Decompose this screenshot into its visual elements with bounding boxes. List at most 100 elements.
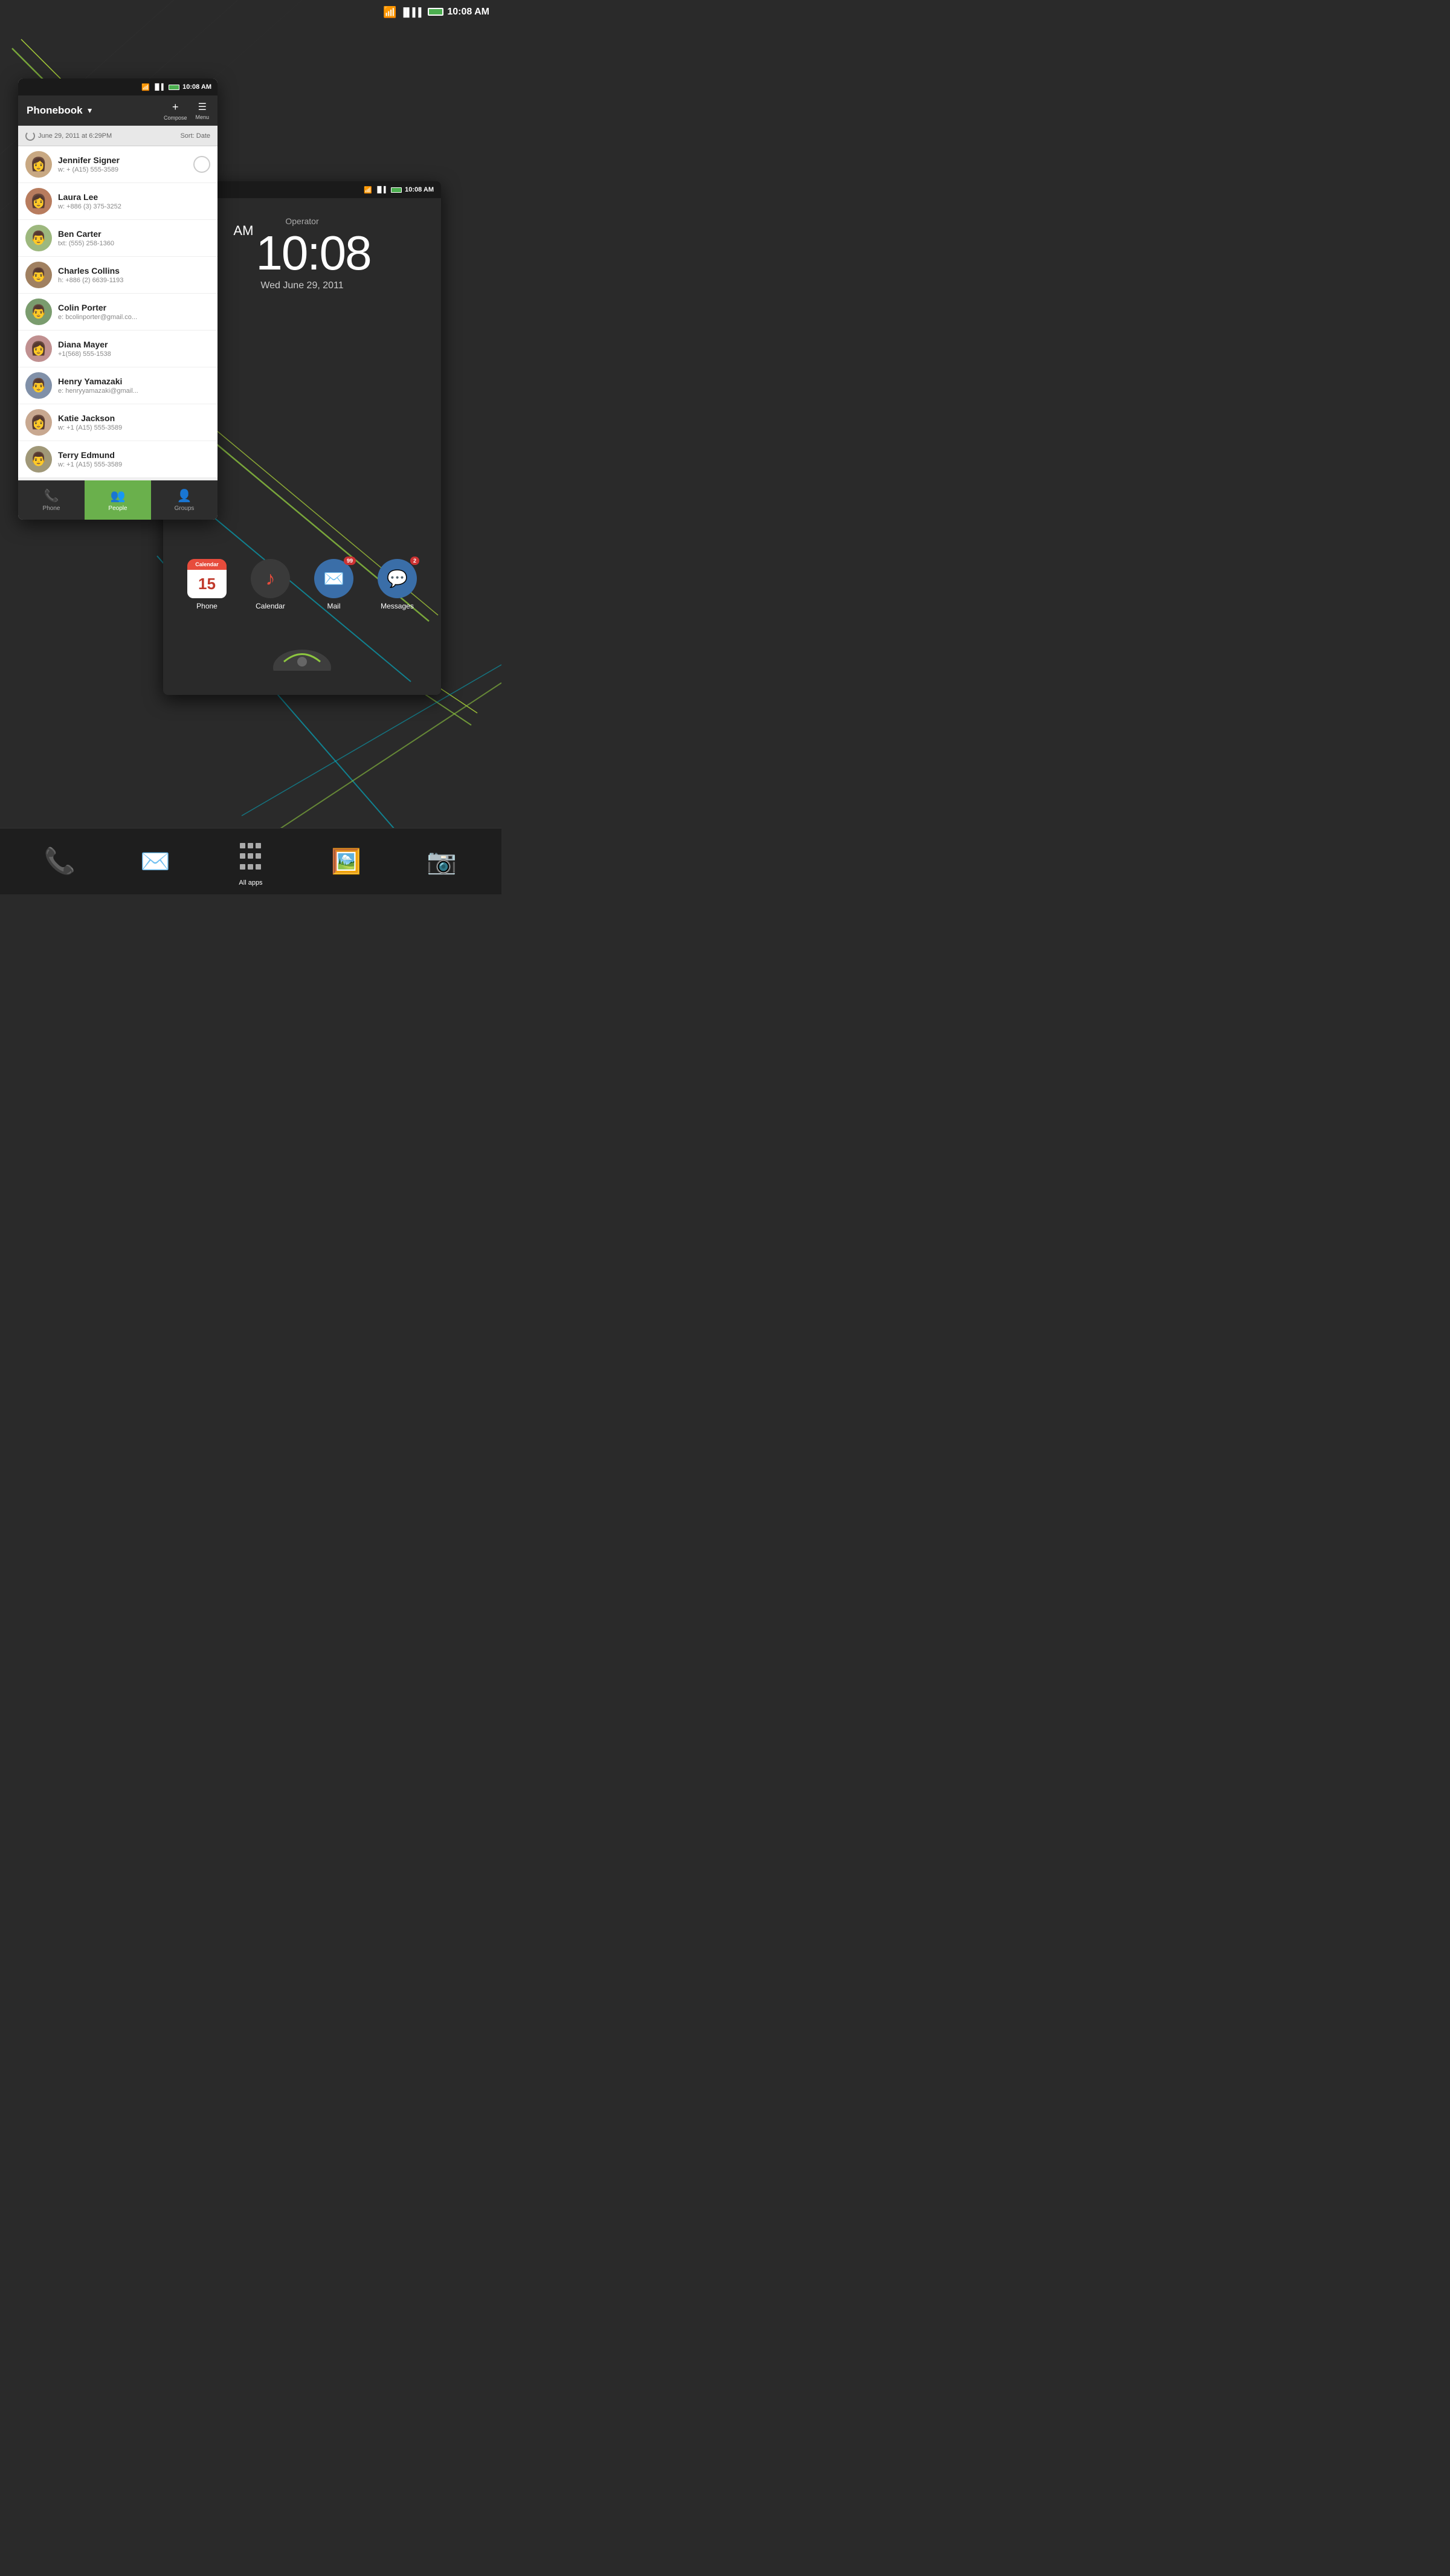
- contact-info: Ben Carter txt: (555) 258-1360: [58, 229, 210, 247]
- main-time: 10:08 AM: [447, 7, 489, 18]
- contact-detail: h: +886 (2) 6639-1193: [58, 277, 210, 284]
- contact-info: Laura Lee w: +886 (3) 375-3252: [58, 192, 210, 210]
- contact-info: Diana Mayer +1(568) 555-1538: [58, 340, 210, 358]
- tab-people[interactable]: 👥 People: [85, 480, 151, 520]
- avatar: 👩: [25, 335, 52, 362]
- contact-item[interactable]: 👩 Katie Jackson w: +1 (A15) 555-3589: [18, 404, 218, 441]
- contact-name: Colin Porter: [58, 303, 210, 312]
- contact-name: Katie Jackson: [58, 413, 210, 423]
- contact-list-header: June 29, 2011 at 6:29PM Sort: Date: [18, 126, 218, 146]
- phonebook-title[interactable]: Phonebook ▼: [27, 105, 93, 117]
- contact-name: Henry Yamazaki: [58, 376, 210, 386]
- contact-action[interactable]: [193, 156, 210, 173]
- contact-name: Terry Edmund: [58, 450, 210, 460]
- contact-detail: txt: (555) 258-1360: [58, 240, 210, 247]
- phone-card-signal-icon: ▐▌▌: [153, 84, 166, 91]
- phonebook-title-text: Phonebook: [27, 105, 83, 117]
- contact-item[interactable]: 👨 Henry Yamazaki e: henryyamazaki@gmail.…: [18, 367, 218, 404]
- tab-phone[interactable]: 📞 Phone: [18, 480, 85, 520]
- contact-item-colin-porter[interactable]: 👨 Colin Porter e: bcolinporter@gmail.co.…: [18, 294, 218, 331]
- phone-card-status-bar: 📶 ▐▌▌ 10:08 AM: [18, 79, 218, 95]
- wifi-icon: 📶: [383, 6, 396, 19]
- phone-card-wifi-icon: 📶: [141, 83, 150, 91]
- mail-icon: ✉️ 99: [314, 559, 353, 598]
- unlock-handle[interactable]: [272, 641, 332, 671]
- phone-card-header: Phonebook ▼ + Compose ☰ Menu: [18, 95, 218, 126]
- contact-detail: w: +886 (3) 375-3252: [58, 203, 210, 210]
- contact-item[interactable]: 👨 Charles Collins h: +886 (2) 6639-1193: [18, 257, 218, 294]
- contact-detail: e: bcolinporter@gmail.co...: [58, 314, 210, 321]
- dock-contacts-icon: 🖼️: [327, 842, 366, 881]
- dock-contacts[interactable]: 🖼️: [327, 842, 366, 881]
- lock-app-mail[interactable]: ✉️ 99 Mail: [314, 559, 353, 610]
- dock-all-apps[interactable]: All apps: [231, 837, 271, 886]
- music-icon: ♪: [251, 559, 290, 598]
- all-apps-label: All apps: [239, 879, 262, 886]
- dock-phone[interactable]: 📞: [40, 842, 80, 881]
- contact-name: Laura Lee: [58, 192, 210, 202]
- lock-app-label: Messages: [381, 602, 414, 610]
- app-icons-row: Calendar 15 Phone ♪ Calendar ✉️ 99 M: [163, 559, 441, 610]
- menu-icon: ☰: [198, 101, 207, 113]
- contact-name: Diana Mayer: [58, 340, 210, 349]
- dock-phone-icon: 📞: [40, 842, 80, 881]
- battery-icon: [428, 7, 443, 18]
- contact-name: Jennifer Signer: [58, 155, 187, 165]
- calendar-icon: Calendar 15: [187, 559, 227, 598]
- lock-app-music[interactable]: ♪ Calendar: [251, 559, 290, 610]
- contact-item[interactable]: 👨 Ben Carter txt: (555) 258-1360: [18, 220, 218, 257]
- messages-icon: 💬 2: [378, 559, 417, 598]
- lock-app-messages[interactable]: 💬 2 Messages: [378, 559, 417, 610]
- contact-info: Colin Porter e: bcolinporter@gmail.co...: [58, 303, 210, 321]
- contact-item[interactable]: 👩 Diana Mayer +1(568) 555-1538: [18, 331, 218, 367]
- contact-item[interactable]: 👩 Laura Lee w: +886 (3) 375-3252: [18, 183, 218, 220]
- lock-wifi-icon: 📶: [364, 186, 372, 194]
- contact-info: Katie Jackson w: +1 (A15) 555-3589: [58, 413, 210, 431]
- phone-card-tabs: 📞 Phone 👥 People 👤 Groups: [18, 480, 218, 520]
- operator-text: Operator: [285, 216, 318, 226]
- avatar: 👩: [25, 409, 52, 436]
- lock-time-row: AM 10:08: [233, 229, 370, 277]
- contact-info: Charles Collins h: +886 (2) 6639-1193: [58, 266, 210, 284]
- tab-groups[interactable]: 👤 Groups: [151, 480, 218, 520]
- messages-badge: 2: [410, 557, 419, 565]
- contact-name: Charles Collins: [58, 266, 210, 276]
- lock-app-label: Calendar: [256, 602, 285, 610]
- contact-detail: e: henryyamazaki@gmail...: [58, 387, 210, 395]
- contact-info: Henry Yamazaki e: henryyamazaki@gmail...: [58, 376, 210, 395]
- phone-tab-icon: 📞: [44, 488, 59, 503]
- avatar: 👨: [25, 299, 52, 325]
- avatar: 👩: [25, 151, 52, 178]
- avatar: 👨: [25, 372, 52, 399]
- dock-camera[interactable]: 📷: [422, 842, 462, 881]
- groups-tab-label: Groups: [175, 505, 195, 512]
- dock-mail-icon: ✉️: [136, 842, 175, 881]
- lock-app-label: Phone: [196, 602, 218, 610]
- contact-item[interactable]: 👨 Terry Edmund w: +1 (A15) 555-3589: [18, 441, 218, 478]
- groups-tab-icon: 👤: [177, 488, 192, 503]
- phonebook-dropdown-icon[interactable]: ▼: [86, 106, 94, 115]
- lock-am-text: AM: [233, 223, 253, 239]
- lock-battery-icon: [391, 186, 402, 193]
- menu-label: Menu: [195, 114, 209, 120]
- menu-button[interactable]: ☰ Menu: [195, 101, 209, 120]
- dock-camera-icon: 📷: [422, 842, 462, 881]
- phone-card-battery-icon: [169, 83, 179, 91]
- lock-app-calendar[interactable]: Calendar 15 Phone: [187, 559, 227, 610]
- dock-mail[interactable]: ✉️: [136, 842, 175, 881]
- avatar: 👨: [25, 225, 52, 251]
- contact-detail: w: +1 (A15) 555-3589: [58, 424, 210, 431]
- header-actions: + Compose ☰ Menu: [164, 101, 209, 121]
- contact-info: Terry Edmund w: +1 (A15) 555-3589: [58, 450, 210, 468]
- compose-icon: +: [172, 101, 179, 114]
- people-tab-icon: 👥: [111, 488, 126, 503]
- contact-item[interactable]: 👩 Jennifer Signer w: + (A15) 555-3589: [18, 146, 218, 183]
- avatar: 👨: [25, 262, 52, 288]
- contact-info: Jennifer Signer w: + (A15) 555-3589: [58, 155, 187, 173]
- lock-signal-icon: ▐▌▌: [375, 187, 388, 193]
- compose-button[interactable]: + Compose: [164, 101, 187, 121]
- contact-name: Ben Carter: [58, 229, 210, 239]
- contact-detail: +1(568) 555-1538: [58, 350, 210, 358]
- signal-icon: ▐▌▌▌: [401, 7, 425, 17]
- phone-card-time: 10:08 AM: [182, 83, 211, 91]
